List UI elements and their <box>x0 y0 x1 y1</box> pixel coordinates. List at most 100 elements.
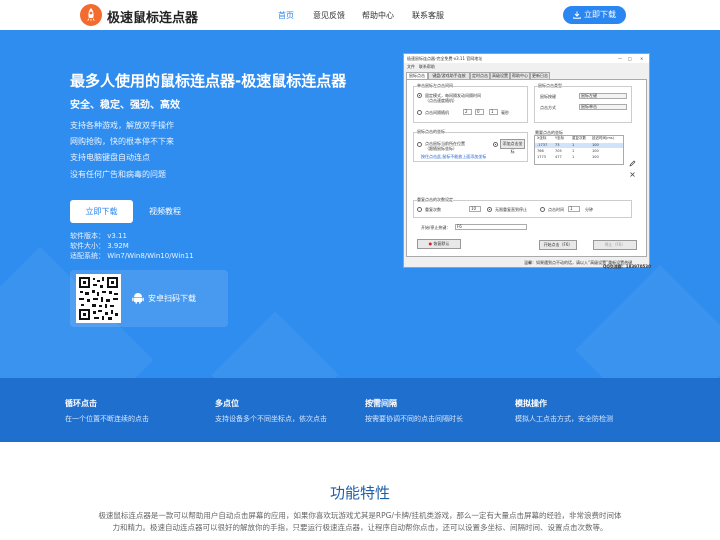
click-time-input: 1 <box>568 206 580 212</box>
delete-icon <box>630 172 635 177</box>
qr-code-icon <box>76 274 121 323</box>
menu-help: 联系帮助 <box>418 64 435 69</box>
table-header-cell: Y坐标 <box>555 136 565 140</box>
hero-feature: 没有任何广告和病毒的问题 <box>70 170 166 179</box>
click-position-group-label: 鼠标点击的坐标 <box>417 129 445 135</box>
reset-default-button: ● 恢复默认 <box>417 239 461 249</box>
app-screenshot-window: 极速鼠标连点器-完全免费·v3.11 官网地址 — □ × 文件 联系帮助 鼠标… <box>403 53 651 269</box>
table-cell: 73 <box>555 143 560 147</box>
feature-desc: 在一个位置不断连续的点击 <box>65 415 149 423</box>
start-click-button: 开始点击（F6） <box>539 240 577 250</box>
hero-decoration <box>575 265 720 378</box>
section-text: 力和精力。极速自动连点器可以很好的解放你的手指，只要运行极速连点器，让程序自动帮… <box>112 523 608 532</box>
brand-name[interactable]: 极速鼠标连点器 <box>107 7 198 26</box>
feature-title: 循环点击 <box>65 399 97 408</box>
random-input-2: 0 <box>475 109 484 115</box>
hotkey-label: 开始/停止热键： <box>421 225 451 230</box>
radio-click-time <box>540 207 545 212</box>
radio-random-label: 点击间隔随机 <box>425 110 449 115</box>
mouse-key-label: 鼠标按键 <box>540 94 556 99</box>
app-menu: 文件 联系帮助 <box>407 64 435 70</box>
nav-customer-service[interactable]: 联系客服 <box>412 10 444 21</box>
click-mode-label: 点击方式 <box>540 105 556 110</box>
random-input-1: 2 <box>463 109 472 115</box>
nav-feedback[interactable]: 意见反馈 <box>313 10 345 21</box>
edit-icon <box>629 160 636 167</box>
feature-title: 模拟操作 <box>515 399 547 408</box>
hero-download-button[interactable]: 立即下载 <box>70 200 133 223</box>
section-text: 极速鼠标连点器是一款可以帮助用户自动点击屏幕的应用，如果你喜欢玩游戏尤其是RPG… <box>98 511 622 520</box>
feature-desc: 模拟人工点击方式，安全防检测 <box>515 415 613 423</box>
app-window-title: 极速鼠标连点器-完全免费·v3.11 官网地址 <box>404 54 649 63</box>
hero-feature: 支持各种游戏，解放双手操作 <box>70 121 174 130</box>
app-status-bar: 温馨：如果遇到点不动的话，请以入“高级设置”重新设置热键 QQ交流群：18397… <box>404 258 651 269</box>
app-tab-content: 单击鼠标左点击间间 固定模式，每间隔发动间隔时间 （点击速度随机） 点击间隔随机… <box>406 79 647 257</box>
table-cell: 477 <box>555 155 562 159</box>
hero-decoration <box>211 311 339 378</box>
android-qr-panel[interactable]: 安卓扫码下载 <box>70 270 228 327</box>
pos-table: X坐标 Y坐标 重复次数 延迟时间(ms) -1737 73 1 100 766… <box>534 135 624 165</box>
random-input-3: 1 <box>489 109 498 115</box>
feature-title: 按需间隔 <box>365 399 397 408</box>
table-cell: 705 <box>555 149 562 153</box>
table-cell: 1 <box>572 155 575 159</box>
click-mode-select: 鼠标单击 <box>579 104 627 110</box>
mouse-key-select: 鼠标左键 <box>579 93 627 99</box>
hero-feature: 支持电脑键盘自动连点 <box>70 153 150 162</box>
pos-hint: 按住点击此,鼠标不能放上面添加坐标 <box>421 154 487 159</box>
table-header-cell: 重复次数 <box>572 136 586 140</box>
radio-fixed <box>417 93 422 98</box>
repeat-count-input: 10 <box>469 206 481 212</box>
radio-mouse-pos-sublabel: （跟随鼠标坐标） <box>425 146 457 151</box>
stop-click-button: 停止（F6） <box>593 240 637 250</box>
radio-add-pos <box>493 142 498 147</box>
nav-home[interactable]: 首页 <box>278 10 294 21</box>
qq-group: QQ交流群：183970530 <box>603 264 651 269</box>
software-version: 软件版本： v3.11 <box>70 232 127 240</box>
table-header-cell: X坐标 <box>537 136 547 140</box>
hero-feature: 网购抢购，快的根本停不下来 <box>70 137 174 146</box>
table-row: -1737 73 1 100 <box>535 143 623 148</box>
video-tutorial-link[interactable]: 视频教程 <box>149 206 181 217</box>
feature-desc: 支持设备多个不同坐标点，依次点击 <box>215 415 327 423</box>
feature-bar: 循环点击 在一个位置不断连续的点击 多点位 支持设备多个不同坐标点，依次点击 按… <box>0 378 720 442</box>
table-cell: 100 <box>592 149 599 153</box>
pos-table-header: X坐标 Y坐标 重复次数 延迟时间(ms) <box>535 136 623 141</box>
table-row: 766 705 1 100 <box>535 149 623 154</box>
repeat-count-label: 重复次数 <box>425 207 441 212</box>
click-interval-group <box>413 86 528 123</box>
rocket-logo-icon[interactable] <box>80 4 102 26</box>
android-icon <box>132 293 144 304</box>
hero-subtitle: 安全、稳定、强劲、高效 <box>70 100 180 111</box>
table-cell: 100 <box>592 143 599 147</box>
table-cell: 1 <box>572 143 575 147</box>
menu-file: 文件 <box>407 64 415 69</box>
hotkey-select: F6 <box>455 224 527 230</box>
top-navigation-bar: 极速鼠标连点器 首页 意见反馈 帮助中心 联系客服 立即下载 <box>0 0 720 30</box>
table-cell: 100 <box>592 155 599 159</box>
download-icon <box>573 11 581 19</box>
click-time-label: 点击时间 <box>548 207 564 212</box>
android-qr-label: 安卓扫码下载 <box>148 294 196 303</box>
header-download-label: 立即下载 <box>584 10 616 19</box>
radio-infinite <box>487 207 492 212</box>
click-type-group-label: 鼠标点击类型 <box>538 83 562 89</box>
nav-help-center[interactable]: 帮助中心 <box>362 10 394 21</box>
table-cell: -1737 <box>537 143 548 147</box>
click-time-unit: 分钟 <box>585 207 593 212</box>
table-header-cell: 延迟时间(ms) <box>592 136 614 140</box>
minimize-icon: — <box>618 56 622 61</box>
infinite-label: 无限重复直到停止 <box>495 207 527 212</box>
table-cell: 1 <box>572 149 575 153</box>
header-download-button[interactable]: 立即下载 <box>563 6 626 24</box>
hero-title: 最多人使用的鼠标连点器-极速鼠标连点器 <box>70 72 347 90</box>
section-title: 功能特性 <box>329 484 390 502</box>
radio-random <box>417 110 422 115</box>
radio-repeat-count <box>417 207 422 212</box>
close-icon: × <box>640 56 644 61</box>
software-size: 软件大小： 3.92M <box>70 242 129 250</box>
click-interval-group-label: 单击鼠标左点击间间 <box>417 83 453 89</box>
radio-mouse-pos <box>417 142 422 147</box>
feature-title: 多点位 <box>215 399 239 408</box>
table-row: 1773 477 1 100 <box>535 155 623 160</box>
